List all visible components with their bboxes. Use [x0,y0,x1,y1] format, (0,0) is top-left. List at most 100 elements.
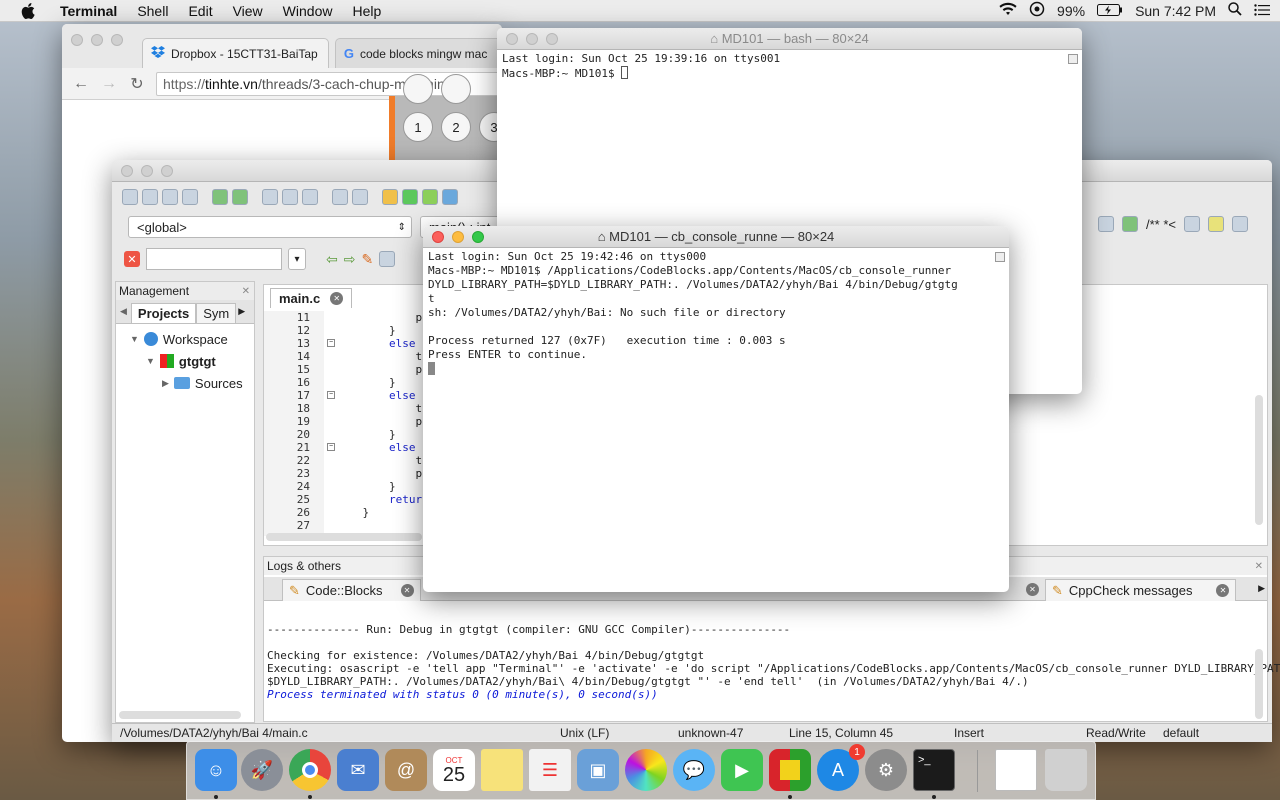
zoom-button[interactable] [161,164,173,177]
clear-search-icon[interactable]: ✕ [124,251,140,267]
close-tab-icon[interactable]: ✕ [330,292,344,305]
close-tab-icon[interactable]: ✕ [400,584,414,597]
close-button[interactable] [71,34,83,46]
run-icon[interactable] [402,189,418,205]
launchpad-icon[interactable]: 🚀 [241,749,283,791]
search-next-icon[interactable]: ⇨ [344,251,356,268]
minimize-button[interactable] [526,32,538,45]
expand-triangle-icon[interactable]: ▼ [130,334,139,344]
terminal-output[interactable]: Last login: Sun Oct 25 19:42:46 on ttys0… [423,248,1009,379]
tree-item-project[interactable]: ▼ gtgtgt [130,350,254,372]
menu-window[interactable]: Window [273,3,343,19]
menu-shell[interactable]: Shell [127,3,178,19]
forward-arrow-icon[interactable]: → [100,75,118,93]
menu-help[interactable]: Help [342,3,391,19]
rebuild-icon[interactable] [442,189,458,205]
match-case-icon[interactable] [379,251,396,267]
log-tab-cppcheck[interactable]: ✎ CppCheck messages ✕ [1045,579,1237,601]
redo-icon[interactable] [232,189,248,205]
codeblocks-icon[interactable] [769,749,811,791]
build-run-icon[interactable] [422,189,438,205]
find-icon[interactable] [332,189,348,205]
doxy-comment-button[interactable]: /** *< [1146,217,1176,232]
system-preferences-icon[interactable]: ⚙ [865,749,907,791]
log-tab-codeblocks[interactable]: ✎ Code::Blocks ✕ [282,579,421,601]
minimize-button[interactable] [452,230,464,243]
trash-icon[interactable] [1045,749,1087,791]
notes-icon[interactable] [481,749,523,791]
doxy-config-icon[interactable] [1184,216,1200,232]
minimize-button[interactable] [141,164,153,177]
scope-combo[interactable]: <global> ⇕ [128,216,412,238]
save-icon[interactable] [162,189,178,205]
expand-triangle-icon[interactable]: ▼ [146,356,155,366]
terminal-scroll-marker[interactable] [995,252,1005,262]
editor-tab-main-c[interactable]: main.c ✕ [270,288,353,308]
paste-icon[interactable] [302,189,318,205]
log-vertical-scrollbar[interactable] [1255,649,1263,719]
chrome-icon[interactable] [289,749,331,791]
spotlight-search-icon[interactable] [1228,2,1242,19]
documents-stack-icon[interactable] [995,749,1037,791]
copy-icon[interactable] [282,189,298,205]
doxy-extra-icon[interactable] [1232,216,1248,232]
browser-tab-google[interactable]: G code blocks mingw mac [334,38,502,68]
terminal-output[interactable]: Last login: Sun Oct 25 19:39:16 on ttys0… [497,50,1082,83]
reload-icon[interactable]: ↻ [128,74,146,94]
terminal-icon[interactable]: >_ [913,749,955,791]
search-input[interactable] [146,248,282,270]
close-button[interactable] [506,32,518,45]
apple-icon[interactable] [20,2,36,19]
close-icon[interactable]: ✕ [1255,561,1263,572]
menu-view[interactable]: View [223,3,273,19]
back-arrow-icon[interactable]: ← [72,75,90,93]
menu-edit[interactable]: Edit [178,3,222,19]
editor-horizontal-scrollbar[interactable] [266,533,422,541]
doxy-run-icon[interactable] [1122,216,1138,232]
tab-scroll-right-icon[interactable]: ▶ [236,306,247,317]
facetime-icon[interactable]: ▶ [721,749,763,791]
cut-icon[interactable] [262,189,278,205]
close-icon[interactable]: ✕ [242,286,250,297]
close-button[interactable] [121,164,133,177]
close-tab-icon[interactable]: ✕ [1026,583,1039,596]
wifi-icon[interactable] [999,2,1017,19]
tab-symbols[interactable]: Sym [196,303,237,323]
finder-icon[interactable]: ☺ [195,749,237,791]
preview-icon[interactable]: ▣ [577,749,619,791]
tree-item-workspace[interactable]: ▼ Workspace [130,328,254,350]
battery-icon[interactable] [1097,3,1123,19]
open-file-icon[interactable] [142,189,158,205]
build-gear-icon[interactable] [382,189,398,205]
minimize-button[interactable] [91,34,103,46]
calendar-icon[interactable]: OCT 25 [433,749,475,791]
zoom-button[interactable] [546,32,558,45]
zoom-button[interactable] [111,34,123,46]
photos-icon[interactable] [625,749,667,791]
collapse-triangle-icon[interactable]: ▶ [162,378,169,389]
doxy-icon[interactable] [1098,216,1114,232]
undo-icon[interactable] [212,189,228,205]
notification-center-icon[interactable] [1254,3,1270,19]
replace-icon[interactable] [352,189,368,205]
new-file-icon[interactable] [122,189,138,205]
reminders-icon[interactable]: ☰ [529,749,571,791]
save-all-icon[interactable] [182,189,198,205]
messages-icon[interactable]: 💬 [673,749,715,791]
mail-icon[interactable]: ✉ [337,749,379,791]
tree-item-sources[interactable]: ▶ Sources [130,372,254,394]
tab-projects[interactable]: Projects [130,303,197,323]
editor-vertical-scrollbar[interactable] [1255,395,1263,525]
browser-tab-dropbox[interactable]: Dropbox - 15CTT31-BaiTap [142,38,329,68]
tab-scroll-left-icon[interactable]: ◀ [116,306,131,317]
close-tab-icon[interactable]: ✕ [1216,584,1230,597]
contacts-icon[interactable]: @ [385,749,427,791]
clock[interactable]: Sun 7:42 PM [1135,3,1216,19]
highlight-icon[interactable]: ✎ [361,251,373,268]
chevron-down-icon[interactable]: ▾ [288,248,306,270]
doxy-help-icon[interactable] [1208,216,1224,232]
search-prev-icon[interactable]: ⇦ [326,251,338,268]
menu-terminal[interactable]: Terminal [50,3,127,19]
sync-status-icon[interactable] [1029,1,1045,20]
close-button[interactable] [432,230,444,243]
